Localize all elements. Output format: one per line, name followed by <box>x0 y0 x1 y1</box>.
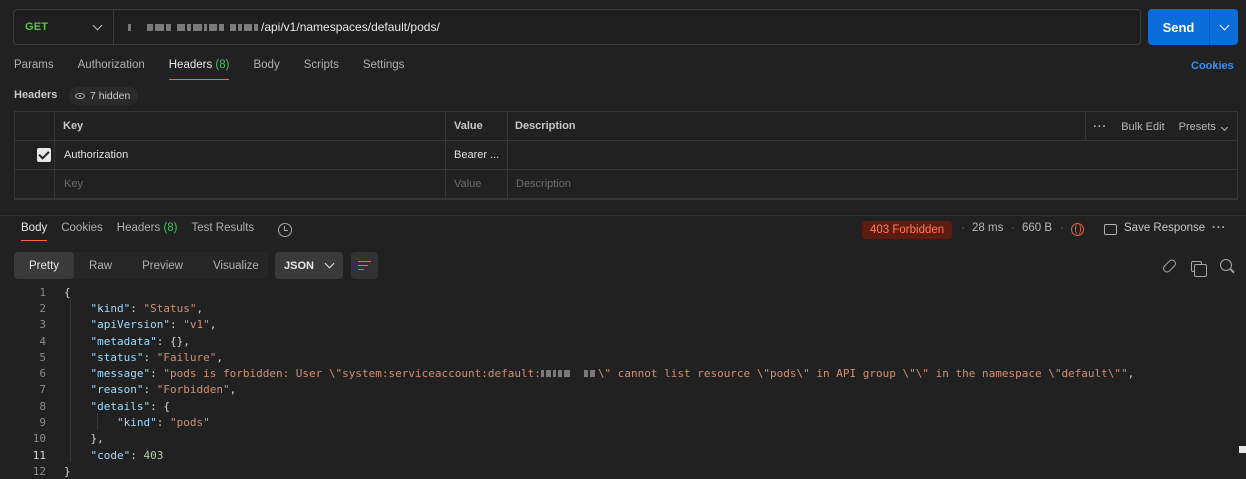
presets-dropdown[interactable]: Presets <box>1179 121 1229 133</box>
scrollbar-marker[interactable] <box>1239 446 1246 453</box>
header-value[interactable]: Bearer ... <box>446 141 499 169</box>
tab-authorization[interactable]: Authorization <box>78 59 145 80</box>
tab-response-headers[interactable]: Headers (8) <box>117 222 178 241</box>
response-tabs: Body Cookies Headers (8) Test Results <box>21 222 268 241</box>
url-path: /api/v1/namespaces/default/pods/ <box>261 20 440 34</box>
view-visualize[interactable]: Visualize <box>198 252 274 279</box>
tab-settings[interactable]: Settings <box>363 59 405 80</box>
tab-scripts[interactable]: Scripts <box>304 59 339 80</box>
wrap-lines-icon <box>358 260 371 271</box>
tab-headers[interactable]: Headers (8) <box>168 59 230 80</box>
view-raw[interactable]: Raw <box>74 252 127 279</box>
new-value-input[interactable]: Value <box>446 170 481 198</box>
format-label: JSON <box>284 259 314 272</box>
code-line: 5 "status": "Failure", <box>39 350 223 364</box>
send-button[interactable]: Send <box>1148 9 1209 45</box>
redacted-host <box>128 23 258 31</box>
code-line: 2 "kind": "Status", <box>39 301 204 315</box>
view-preview[interactable]: Preview <box>127 252 198 279</box>
headers-count: (8) <box>215 59 230 71</box>
link-icon[interactable] <box>1161 257 1178 275</box>
chevron-down-icon <box>1219 20 1229 30</box>
chevron-down-icon <box>1220 123 1229 131</box>
code-line: 3 "apiVersion": "v1", <box>39 318 217 332</box>
save-icon <box>1104 224 1117 235</box>
code-line: 10 }, <box>32 432 104 446</box>
network-globe-icon[interactable] <box>1071 223 1084 236</box>
column-divider <box>445 112 446 199</box>
code-line: 12} <box>32 464 71 478</box>
header-enabled-checkbox[interactable] <box>37 148 51 162</box>
headers-table: Key Value Description ··· Bulk Edit Pres… <box>14 111 1238 200</box>
new-description-input[interactable]: Description <box>508 170 571 198</box>
response-body-code[interactable]: 1{ 2 "kind": "Status", 3 "apiVersion": "… <box>0 284 1246 479</box>
new-key-input[interactable]: Key <box>56 170 83 198</box>
view-mode-selector: Pretty Raw Preview Visualize <box>14 252 268 279</box>
column-divider <box>507 112 508 199</box>
panel-divider[interactable] <box>0 215 1246 216</box>
method-select[interactable]: GET <box>14 10 114 44</box>
more-options-icon[interactable]: ··· <box>1212 222 1227 234</box>
code-line: 11 "code": 403 <box>32 448 164 462</box>
code-line: 9 "kind": "pods" <box>39 416 210 430</box>
eye-icon <box>75 93 85 99</box>
search-icon[interactable] <box>1220 259 1232 271</box>
tab-body[interactable]: Body <box>253 59 279 80</box>
header-key[interactable]: Authorization <box>56 141 128 169</box>
bulk-edit-button[interactable]: Bulk Edit <box>1121 121 1164 133</box>
redacted-account <box>540 370 595 378</box>
cookies-link[interactable]: Cookies <box>1191 60 1234 72</box>
wrap-lines-button[interactable] <box>351 252 378 279</box>
table-header-row: Key Value Description ··· Bulk Edit Pres… <box>15 112 1237 141</box>
column-description: Description <box>515 120 576 132</box>
view-pretty[interactable]: Pretty <box>14 252 75 279</box>
request-tabs: Params Authorization Headers (8) Body Sc… <box>14 59 428 80</box>
history-icon[interactable] <box>278 223 292 237</box>
url-bar: GET /api/v1/namespaces/default/pods/ <box>13 9 1141 45</box>
hidden-count: 7 hidden <box>90 90 131 102</box>
send-options-button[interactable] <box>1209 9 1238 45</box>
chevron-down-icon <box>324 258 335 269</box>
code-line: 7 "reason": "Forbidden", <box>39 383 237 397</box>
format-select[interactable]: JSON <box>275 252 343 279</box>
response-headers-count: (8) <box>163 222 178 234</box>
send-group: Send <box>1148 9 1238 45</box>
table-row: Authorization Bearer ... <box>15 141 1237 170</box>
table-row-new: Key Value Description <box>15 170 1237 199</box>
hidden-headers-toggle[interactable]: 7 hidden <box>69 87 139 105</box>
tab-response-cookies[interactable]: Cookies <box>61 222 103 241</box>
status-badge[interactable]: 403 Forbidden <box>862 221 953 239</box>
save-response-button[interactable]: Save Response <box>1124 222 1205 234</box>
table-actions: ··· Bulk Edit Presets <box>1093 112 1229 141</box>
code-line: 1{ <box>39 285 71 299</box>
copy-icon[interactable] <box>1191 261 1207 277</box>
code-line: 6 "message": "pods is forbidden: User \"… <box>39 367 1135 381</box>
chevron-down-icon <box>92 20 103 30</box>
url-input[interactable]: /api/v1/namespaces/default/pods/ <box>114 10 440 44</box>
code-line: 8 "details": { <box>39 399 170 413</box>
more-options-icon[interactable]: ··· <box>1093 121 1107 133</box>
tab-params[interactable]: Params <box>14 59 54 80</box>
tab-response-body[interactable]: Body <box>21 222 48 241</box>
method-label: GET <box>25 21 49 33</box>
headers-section-label: Headers <box>14 89 58 101</box>
response-size[interactable]: 660 B <box>1022 222 1052 234</box>
column-key: Key <box>63 120 84 132</box>
column-value: Value <box>454 120 483 132</box>
code-line: 4 "metadata": {}, <box>39 334 190 348</box>
response-time[interactable]: 28 ms <box>972 222 1003 234</box>
column-divider <box>54 112 55 199</box>
tab-test-results[interactable]: Test Results <box>192 222 255 241</box>
column-divider <box>1085 112 1086 141</box>
